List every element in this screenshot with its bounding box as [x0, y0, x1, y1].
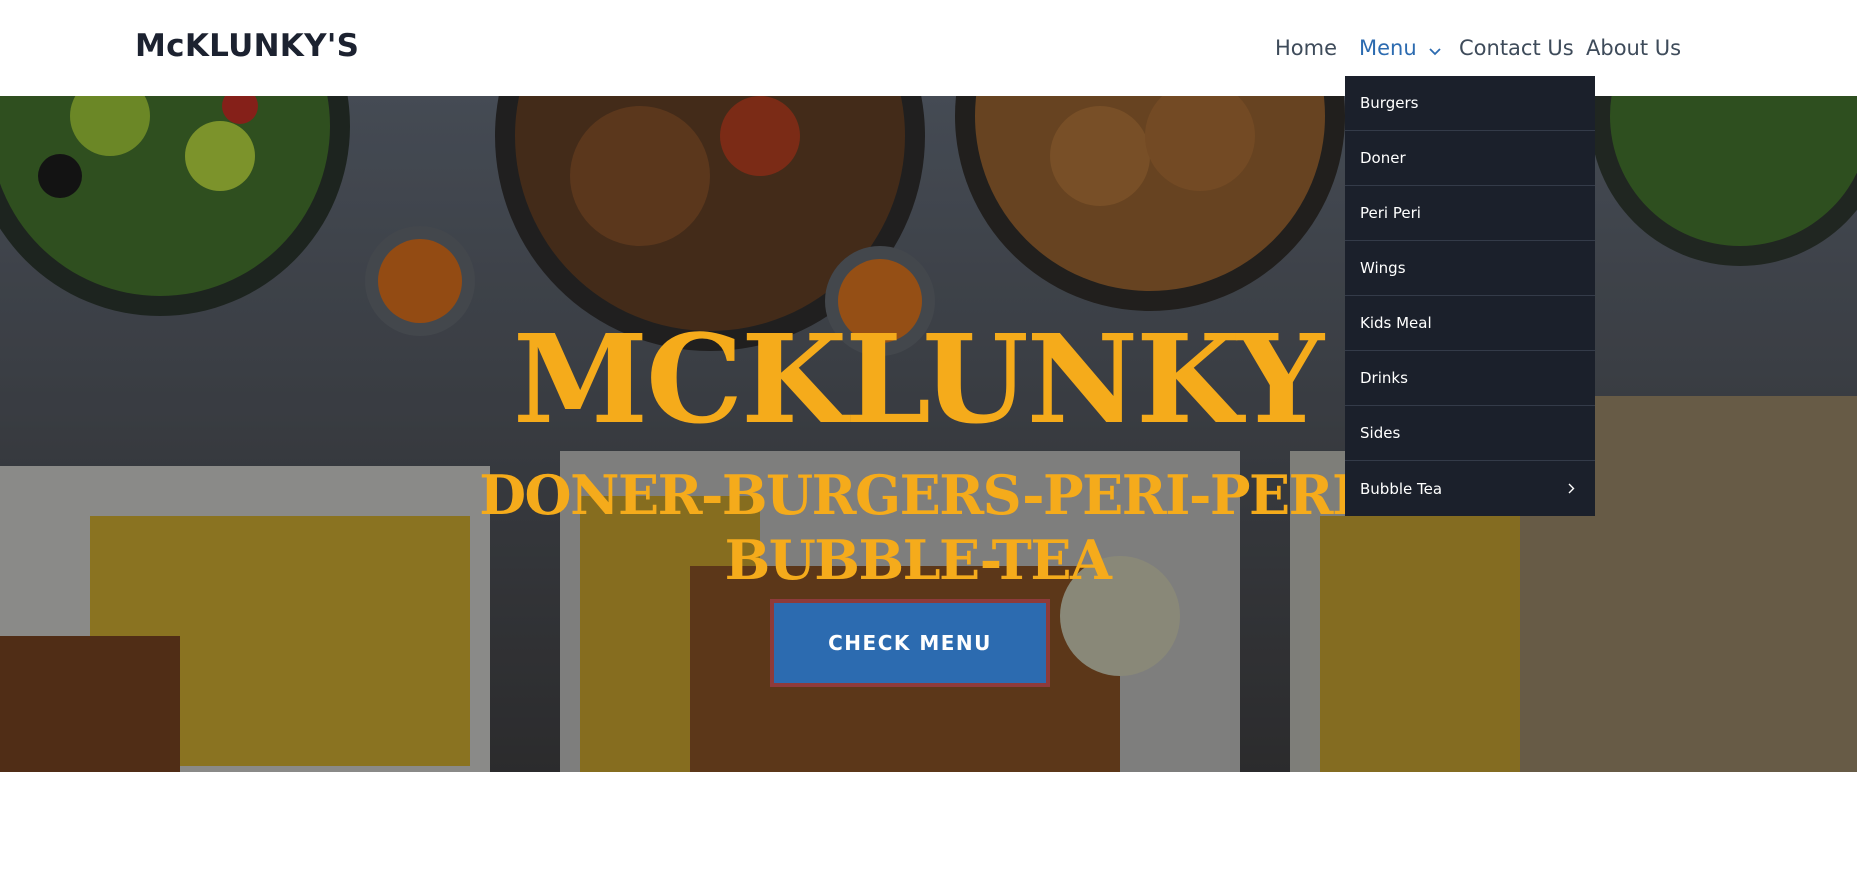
hero-subtitle-line2: BUBBLE-TEA: [724, 528, 1112, 592]
dropdown-item-bubble-tea[interactable]: Bubble Tea: [1345, 461, 1595, 516]
dropdown-item-peri-peri[interactable]: Peri Peri: [1345, 186, 1595, 241]
dropdown-item-drinks[interactable]: Drinks: [1345, 351, 1595, 406]
nav-home-label: Home: [1275, 36, 1338, 60]
dropdown-item-label: Peri Peri: [1360, 204, 1421, 222]
nav-menu-label: Menu: [1359, 36, 1417, 60]
check-menu-button[interactable]: CHECK MENU: [770, 599, 1050, 687]
site-logo[interactable]: McKLUNKY'S: [135, 28, 359, 64]
chevron-right-icon: [1568, 480, 1575, 498]
dropdown-item-label: Burgers: [1360, 94, 1419, 112]
dropdown-item-burgers[interactable]: Burgers: [1345, 76, 1595, 131]
nav-home[interactable]: Home: [1275, 36, 1337, 60]
nav-menu[interactable]: Menu: [1359, 36, 1441, 61]
nav-contact-us-label: Contact Us: [1459, 36, 1574, 60]
dropdown-item-label: Drinks: [1360, 369, 1408, 387]
dropdown-item-wings[interactable]: Wings: [1345, 241, 1595, 296]
dropdown-item-label: Wings: [1360, 259, 1406, 277]
dropdown-item-sides[interactable]: Sides: [1345, 406, 1595, 461]
dropdown-item-label: Sides: [1360, 424, 1401, 442]
chevron-down-icon: [1429, 37, 1441, 61]
dropdown-item-doner[interactable]: Doner: [1345, 131, 1595, 186]
page-bottom-strip: [0, 772, 1857, 870]
dropdown-item-label: Bubble Tea: [1360, 479, 1443, 498]
menu-dropdown: Burgers Doner Peri Peri Wings Kids Meal …: [1345, 76, 1595, 516]
nav-about-us[interactable]: About Us: [1586, 36, 1681, 60]
nav-contact-us[interactable]: Contact Us: [1459, 36, 1574, 60]
dropdown-item-label: Kids Meal: [1360, 314, 1432, 332]
dropdown-item-kids-meal[interactable]: Kids Meal: [1345, 296, 1595, 351]
dropdown-item-label: Doner: [1360, 149, 1406, 167]
nav-about-us-label: About Us: [1586, 36, 1682, 60]
